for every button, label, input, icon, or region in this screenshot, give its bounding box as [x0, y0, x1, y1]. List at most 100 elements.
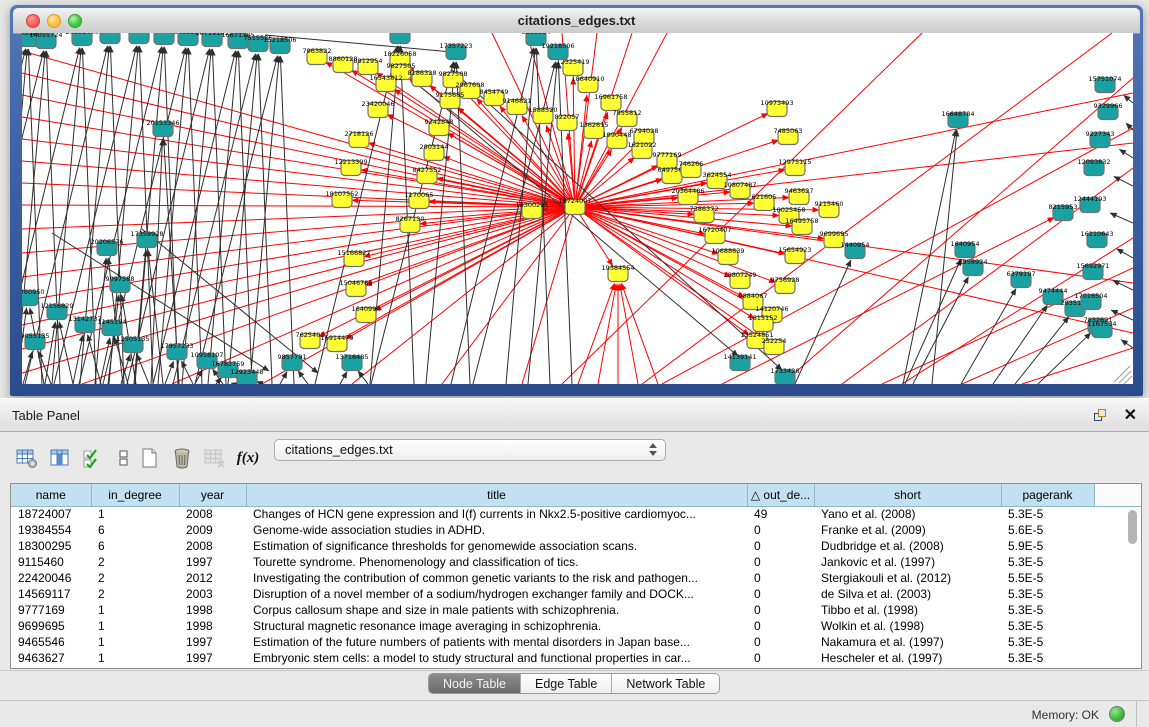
- column-header[interactable]: short: [814, 484, 1001, 506]
- graph-node-label: 1588520: [529, 106, 558, 114]
- table-cell: 0: [747, 618, 814, 634]
- table-cell: Tourette syndrome. Phenomenology and cla…: [246, 554, 747, 570]
- graph-edge: [1111, 310, 1133, 320]
- table-cell: 1: [91, 602, 179, 618]
- resize-grip-icon[interactable]: [1119, 371, 1131, 383]
- table-cell: 0: [747, 570, 814, 586]
- graph-node-label: 2718126: [345, 130, 374, 138]
- column-header[interactable]: in_degree: [91, 484, 179, 506]
- table-cell: 5.3E-5: [1001, 618, 1094, 634]
- graph-node-label: 10973493: [760, 99, 793, 107]
- panel-divider: [0, 670, 1149, 671]
- status-bar: Memory: OK: [0, 700, 1149, 727]
- table-cell: 5.9E-5: [1001, 538, 1094, 554]
- delete-column-icon[interactable]: [169, 445, 195, 471]
- function-builder-icon[interactable]: f(x): [235, 445, 261, 471]
- graph-node-label: 15751074: [1088, 75, 1121, 83]
- select-check-icon[interactable]: [80, 445, 106, 471]
- table-cell: 19384554: [11, 522, 91, 538]
- scrollbar-thumb[interactable]: [1128, 510, 1137, 544]
- graph-edge: [23, 352, 32, 384]
- table-cell: 9115460: [11, 554, 91, 570]
- table-source-value: citations_edges.txt: [285, 442, 393, 457]
- graph-node-label: 8813054: [522, 33, 551, 36]
- graph-node-label: 746266: [679, 160, 704, 168]
- column-header[interactable]: name: [11, 484, 91, 506]
- graph-node-label: 20891406: [65, 33, 98, 36]
- table-cell: 5.3E-5: [1001, 634, 1094, 650]
- table-panel-header: Table Panel ✕: [0, 398, 1149, 432]
- graph-node-label: 16961758: [594, 93, 627, 101]
- graph-edge: [932, 130, 957, 384]
- graph-node-label: 15166827: [337, 249, 370, 257]
- graph-node-label: 9857791: [278, 353, 307, 361]
- graph-edge: [137, 354, 149, 384]
- graph-edge: [188, 48, 202, 384]
- graph-edge: [1124, 95, 1133, 103]
- column-header[interactable]: year: [179, 484, 246, 506]
- graph-node-label: 10025458: [772, 206, 805, 214]
- graph-edge: [1015, 317, 1069, 384]
- graph-node-label: 16782759: [211, 360, 244, 368]
- tab-network-table[interactable]: Network Table: [612, 674, 719, 693]
- table-row[interactable]: 969969511998Structural magnetic resonanc…: [11, 618, 1142, 634]
- table-cell: Changes of HCN gene expression and I(f) …: [246, 506, 747, 522]
- table-row[interactable]: 946362711997Embryonic stem cells: a mode…: [11, 650, 1142, 666]
- table-row[interactable]: 2242004622012Investigating the contribut…: [11, 570, 1142, 586]
- graph-node-label: 16033809: [383, 33, 416, 34]
- graph-edge: [280, 56, 294, 384]
- graph-node-label: 18300295: [515, 201, 548, 209]
- graph-node-label: 8267130: [396, 215, 425, 223]
- graph-node[interactable]: [390, 33, 410, 44]
- table-cell: 1997: [179, 650, 246, 666]
- graph-node[interactable]: [100, 33, 120, 44]
- table-row[interactable]: 946554611997Estimation of the future num…: [11, 634, 1142, 650]
- graph-edge: [902, 238, 1133, 384]
- table-cell: 0: [747, 602, 814, 618]
- graph-node-label: 1733426: [771, 367, 800, 375]
- graph-node-label: 16543812: [369, 74, 402, 82]
- graph-node-label: 9463627: [785, 187, 814, 195]
- graph-node-label: 9756928: [771, 276, 800, 284]
- row-stack-icon[interactable]: [113, 445, 129, 471]
- graph-node-label: 9699695: [820, 230, 849, 238]
- table-source-select[interactable]: citations_edges.txt: [274, 439, 666, 461]
- table-row[interactable]: 1830029562008Estimation of significance …: [11, 538, 1142, 554]
- graph-node-label: 18107552: [325, 190, 358, 198]
- table-row[interactable]: 1938455462009Genome-wide association stu…: [11, 522, 1142, 538]
- graph-node-label: 18807249: [723, 271, 756, 279]
- memory-status-label: Memory: OK: [1032, 708, 1099, 722]
- column-chooser-icon[interactable]: [47, 445, 73, 471]
- table-row[interactable]: 911546021997Tourette syndrome. Phenomeno…: [11, 554, 1142, 570]
- table-row[interactable]: 1872400712008Changes of HCN gene express…: [11, 506, 1142, 522]
- table-cell: 18300295: [11, 538, 91, 554]
- table-cell: Tibbo et al. (1998): [814, 602, 1001, 618]
- tab-edge-table[interactable]: Edge Table: [521, 674, 612, 693]
- network-canvas[interactable]: 1872400718300295193845547963822886012889…: [22, 33, 1133, 384]
- new-table-icon[interactable]: [136, 445, 162, 471]
- column-header[interactable]: △ out_de...: [747, 484, 814, 506]
- table-cell: Dudbridge et al. (2008): [814, 538, 1001, 554]
- graph-node[interactable]: [129, 33, 149, 44]
- table-cell: 1997: [179, 634, 246, 650]
- column-header[interactable]: pagerank: [1001, 484, 1094, 506]
- graph-node-label: 12444193: [1073, 195, 1106, 203]
- graph-node-label: 8427552: [413, 166, 442, 174]
- table-row[interactable]: 977716911998Corpus callosum shape and si…: [11, 602, 1142, 618]
- tab-node-table[interactable]: Node Table: [429, 674, 521, 693]
- table-cell: 0: [747, 634, 814, 650]
- select-arrows-icon: [649, 443, 657, 456]
- float-panel-icon[interactable]: [1093, 408, 1109, 424]
- close-panel-icon[interactable]: ✕: [1124, 405, 1137, 425]
- graph-node-label: 17359928: [130, 230, 163, 238]
- column-header[interactable]: title: [246, 484, 747, 506]
- table-settings-icon[interactable]: [14, 445, 40, 471]
- graph-edge: [1038, 333, 1091, 384]
- table-scrollbar[interactable]: [1126, 508, 1139, 666]
- graph-node-label: 8613054: [96, 33, 125, 34]
- window-titlebar[interactable]: citations_edges.txt: [13, 8, 1140, 34]
- table-row[interactable]: 1456911722003Disruption of a novel membe…: [11, 586, 1142, 602]
- graph-edge: [1110, 213, 1133, 223]
- graph-node-label: 8215953: [1049, 203, 1078, 211]
- graph-node-label: 14055724: [29, 33, 62, 39]
